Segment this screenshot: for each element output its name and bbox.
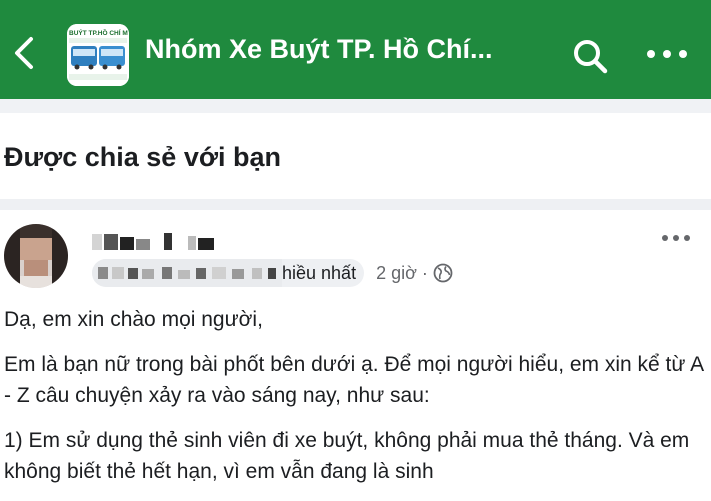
search-icon xyxy=(574,40,608,74)
group-privacy-pill[interactable]: hiều nhất xyxy=(92,259,365,287)
blurred-text xyxy=(92,259,282,287)
post-paragraph: 1) Em sử dụng thẻ sinh viên đi xe buýt, … xyxy=(4,429,690,483)
bus-logo-image: BUÝT TP.HỒ CHÍ M xyxy=(67,24,129,86)
meta-text: hiều nhất xyxy=(282,262,357,283)
top-bar: BUÝT TP.HỒ CHÍ M Nhóm Xe Buýt TP. Hồ Chí… xyxy=(0,0,711,99)
more-options-button[interactable] xyxy=(645,44,689,64)
post-paragraph: Em là bạn nữ trong bài phốt bên dưới ạ. … xyxy=(4,353,703,407)
group-title[interactable]: Nhóm Xe Buýt TP. Hồ Chí... xyxy=(145,34,555,65)
section-title: Được chia sẻ với bạn xyxy=(4,142,282,172)
more-horizontal-icon xyxy=(647,50,687,58)
post-body: Dạ, em xin chào mọi người, Em là bạn nữ … xyxy=(4,304,704,501)
post-paragraph: Dạ, em xin chào mọi người, xyxy=(4,308,263,331)
avatar-image-blurred xyxy=(4,224,68,288)
avatar[interactable] xyxy=(4,224,68,288)
chevron-left-icon xyxy=(15,37,33,69)
post-timestamp[interactable]: 2 giờ xyxy=(376,263,417,284)
post-meta: hiều nhất 2 giờ · xyxy=(92,259,453,287)
group-thumbnail[interactable]: BUÝT TP.HỒ CHÍ M xyxy=(67,24,129,86)
author-name-blurred[interactable] xyxy=(92,231,232,253)
back-button[interactable] xyxy=(8,31,40,75)
post-more-button[interactable] xyxy=(660,230,692,246)
globe-icon xyxy=(433,263,453,283)
meta-separator: · xyxy=(421,262,428,283)
more-horizontal-icon xyxy=(662,235,690,241)
divider xyxy=(0,99,711,113)
divider xyxy=(0,199,711,210)
search-button[interactable] xyxy=(570,36,610,76)
